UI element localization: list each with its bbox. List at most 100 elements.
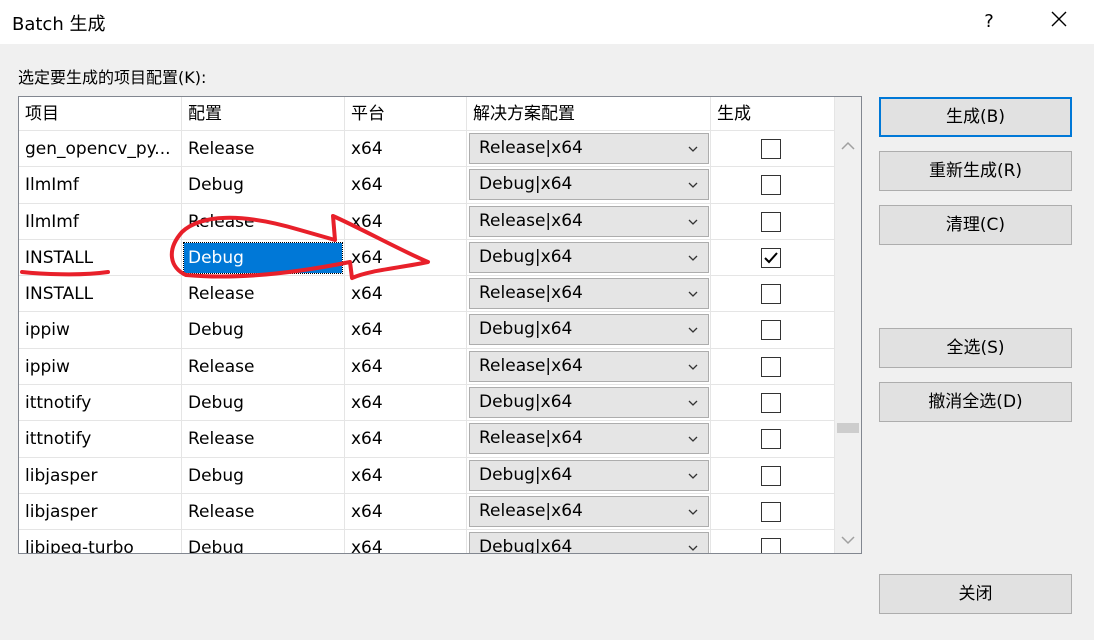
table-row[interactable]: ippiw Release x64 Release|x64	[19, 348, 835, 386]
column-header-config[interactable]: 配置	[182, 97, 345, 131]
cell-solution-config[interactable]: Release|x64	[467, 203, 711, 240]
cell-config[interactable]: Release	[182, 493, 345, 531]
cell-project[interactable]: ippiw	[19, 312, 182, 349]
table-row[interactable]: IlmImf Debug x64 Debug|x64	[19, 167, 835, 204]
close-button[interactable]: 关闭	[879, 574, 1072, 614]
cell-project[interactable]: IlmImf	[19, 167, 182, 204]
build-checkbox[interactable]	[761, 538, 781, 553]
build-checkbox[interactable]	[761, 175, 781, 196]
column-header-build[interactable]: 生成	[711, 97, 835, 131]
vertical-scrollbar[interactable]	[835, 97, 861, 553]
build-checkbox[interactable]	[761, 501, 781, 522]
cell-project[interactable]: gen_opencv_py...	[19, 131, 182, 168]
build-checkbox[interactable]	[761, 247, 781, 268]
table-row[interactable]: ittnotify Debug x64 Debug|x64	[19, 385, 835, 422]
cell-platform[interactable]: x64	[345, 167, 467, 204]
build-checkbox[interactable]	[761, 393, 781, 414]
cell-platform[interactable]: x64	[345, 530, 467, 553]
cell-platform[interactable]: x64	[345, 385, 467, 422]
cell-solution-config[interactable]: Release|x64	[467, 276, 711, 313]
cell-platform[interactable]: x64	[345, 239, 467, 277]
cell-project[interactable]: ittnotify	[19, 421, 182, 458]
cell-platform[interactable]: x64	[345, 457, 467, 494]
solution-config-dropdown[interactable]: Release|x64	[469, 133, 709, 164]
cell-config[interactable]: Debug	[182, 385, 345, 422]
cell-platform[interactable]: x64	[345, 276, 467, 313]
cell-solution-config[interactable]: Debug|x64	[467, 457, 711, 494]
table-row[interactable]: INSTALL Debug x64 Debug|x64	[19, 239, 835, 277]
solution-config-dropdown[interactable]: Release|x64	[469, 278, 709, 310]
table-row[interactable]: INSTALL Release x64 Release|x64	[19, 276, 835, 313]
build-checkbox[interactable]	[761, 465, 781, 486]
table-row[interactable]: IlmImf Release x64 Release|x64	[19, 203, 835, 240]
build-checkbox[interactable]	[761, 211, 781, 232]
scrollbar-thumb[interactable]	[837, 423, 859, 433]
cell-config[interactable]: Debug	[182, 167, 345, 204]
solution-config-dropdown[interactable]: Release|x64	[469, 205, 709, 237]
cell-config[interactable]: Release	[182, 276, 345, 313]
cell-solution-config[interactable]: Release|x64	[467, 348, 711, 386]
build-checkbox[interactable]	[761, 139, 781, 159]
rebuild-button[interactable]: 重新生成(R)	[879, 151, 1072, 191]
cell-solution-config[interactable]: Debug|x64	[467, 167, 711, 204]
solution-config-dropdown[interactable]: Release|x64	[469, 495, 709, 527]
build-checkbox[interactable]	[761, 429, 781, 450]
cell-platform[interactable]: x64	[345, 312, 467, 349]
cell-config[interactable]: Release	[182, 131, 345, 168]
cell-config[interactable]: Debug	[182, 312, 345, 349]
cell-solution-config[interactable]: Debug|x64	[467, 239, 711, 277]
column-header-platform[interactable]: 平台	[345, 97, 467, 131]
cell-config[interactable]: Release	[182, 421, 345, 458]
solution-config-dropdown[interactable]: Release|x64	[469, 350, 709, 382]
cell-platform[interactable]: x64	[345, 421, 467, 458]
table-row[interactable]: libjpeg-turbo Debug x64 Debug|x64	[19, 530, 835, 553]
cell-config[interactable]: Debug	[182, 457, 345, 494]
cell-platform[interactable]: x64	[345, 131, 467, 168]
table-row[interactable]: libjasper Debug x64 Debug|x64	[19, 457, 835, 494]
solution-config-dropdown[interactable]: Debug|x64	[469, 241, 709, 273]
cell-project[interactable]: libjasper	[19, 493, 182, 531]
solution-config-dropdown[interactable]: Debug|x64	[469, 169, 709, 201]
cell-project[interactable]: ittnotify	[19, 385, 182, 422]
scroll-down-icon[interactable]	[835, 527, 861, 553]
solution-config-dropdown[interactable]: Debug|x64	[469, 387, 709, 419]
cell-project[interactable]: IlmImf	[19, 203, 182, 240]
cell-solution-config[interactable]: Debug|x64	[467, 385, 711, 422]
solution-config-dropdown[interactable]: Debug|x64	[469, 532, 709, 553]
scroll-up-icon[interactable]	[835, 133, 861, 159]
cell-config[interactable]: Release	[182, 348, 345, 386]
table-row[interactable]: ippiw Debug x64 Debug|x64	[19, 312, 835, 349]
help-button[interactable]: ?	[974, 6, 1004, 38]
solution-config-dropdown[interactable]: Debug|x64	[469, 314, 709, 346]
cell-config[interactable]: Release	[182, 203, 345, 240]
table-row[interactable]: libjasper Release x64 Release|x64	[19, 493, 835, 531]
column-header-project[interactable]: 项目	[19, 97, 182, 131]
build-checkbox[interactable]	[761, 356, 781, 377]
cell-project[interactable]: libjpeg-turbo	[19, 530, 182, 553]
cell-project[interactable]: INSTALL	[19, 276, 182, 313]
cell-solution-config[interactable]: Release|x64	[467, 493, 711, 531]
cell-platform[interactable]: x64	[345, 203, 467, 240]
cell-solution-config[interactable]: Debug|x64	[467, 530, 711, 553]
table-row[interactable]: gen_opencv_py... Release x64 Release|x64	[19, 131, 835, 168]
project-config-grid[interactable]: 项目 配置 平台 解决方案配置 生成 gen_opencv_py... Relea…	[18, 96, 862, 554]
clean-button[interactable]: 清理(C)	[879, 205, 1072, 245]
cell-platform[interactable]: x64	[345, 493, 467, 531]
deselect-all-button[interactable]: 撤消全选(D)	[879, 382, 1072, 422]
cell-solution-config[interactable]: Release|x64	[467, 421, 711, 458]
cell-project[interactable]: ippiw	[19, 348, 182, 386]
cell-platform[interactable]: x64	[345, 348, 467, 386]
cell-project[interactable]: libjasper	[19, 457, 182, 494]
cell-config[interactable]: Debug	[182, 239, 345, 277]
cell-solution-config[interactable]: Release|x64	[467, 131, 711, 168]
solution-config-dropdown[interactable]: Debug|x64	[469, 459, 709, 491]
table-row[interactable]: ittnotify Release x64 Release|x64	[19, 421, 835, 458]
build-checkbox[interactable]	[761, 320, 781, 341]
build-checkbox[interactable]	[761, 284, 781, 305]
build-button[interactable]: 生成(B)	[879, 97, 1072, 137]
cell-config[interactable]: Debug	[182, 530, 345, 553]
select-all-button[interactable]: 全选(S)	[879, 328, 1072, 368]
cell-solution-config[interactable]: Debug|x64	[467, 312, 711, 349]
cell-project[interactable]: INSTALL	[19, 239, 182, 277]
column-header-solution-config[interactable]: 解决方案配置	[467, 97, 711, 131]
